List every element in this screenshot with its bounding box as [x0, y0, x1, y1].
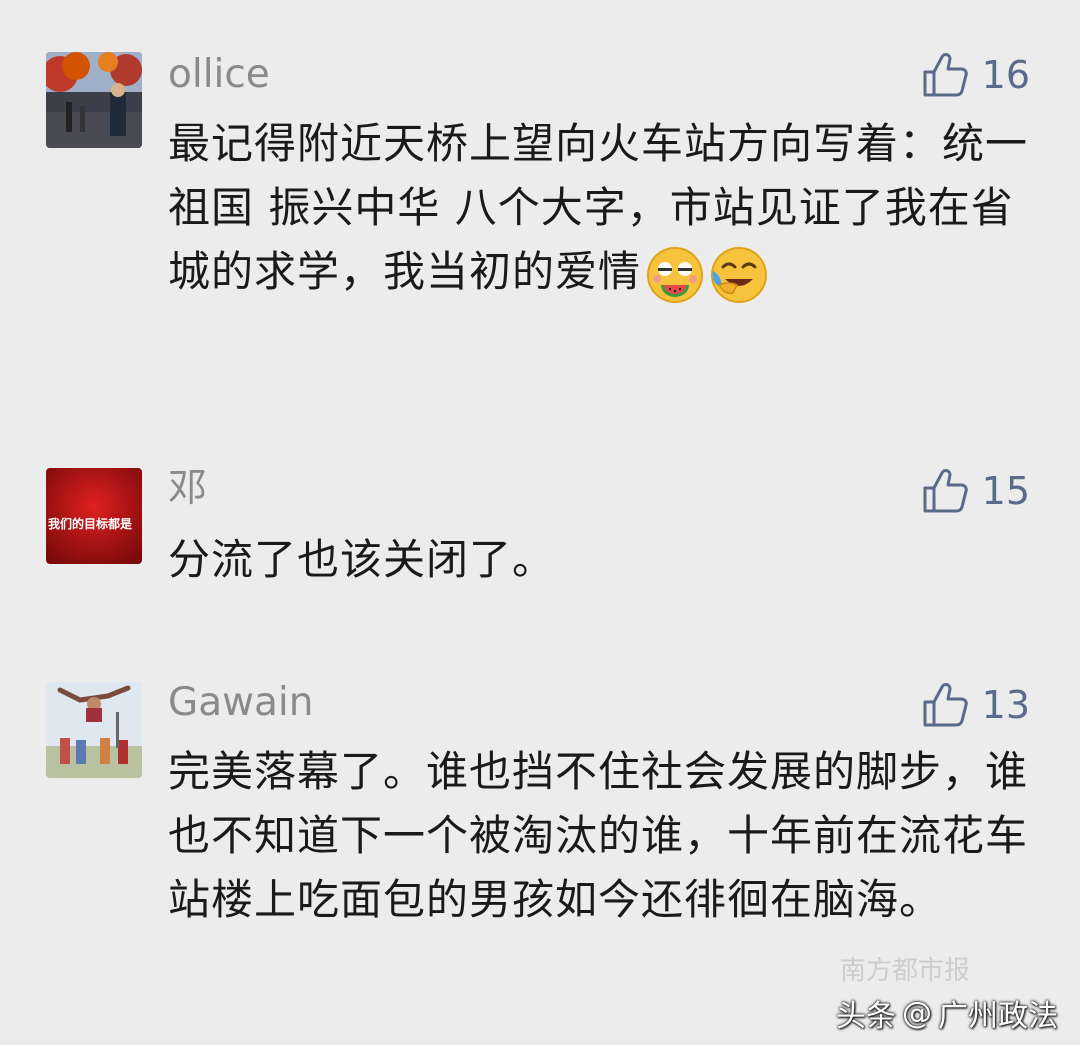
username[interactable]: Gawain [168, 680, 313, 726]
watermark: 头条 @ 广州政法 [836, 991, 1058, 1035]
like-button[interactable]: 15 [922, 466, 1030, 516]
comment-text: 最记得附近天桥上望向火车站方向写着：统一祖国 振兴中华 八个大字，市站见证了我在… [168, 112, 1028, 305]
avatar[interactable] [46, 52, 142, 148]
thumbs-up-icon [922, 468, 970, 514]
watermelon-face-emoji [645, 245, 705, 305]
like-count: 16 [981, 53, 1030, 97]
comment-text: 分流了也该关闭了。 [168, 535, 556, 584]
like-button[interactable]: 16 [922, 50, 1030, 100]
username[interactable]: 邓 [168, 466, 207, 512]
thumbs-up-icon [922, 52, 970, 98]
avatar-caption: 我们的目标都是 [48, 516, 133, 531]
like-count: 13 [981, 683, 1030, 727]
thumbs-up-icon [922, 682, 970, 728]
avatar[interactable] [46, 682, 142, 778]
watermark-account: 广州政法 [938, 999, 1058, 1034]
faded-source-watermark: 南方都市报 [840, 950, 970, 987]
like-count: 15 [981, 469, 1030, 513]
watermark-prefix: 头条 [836, 999, 896, 1034]
username[interactable]: ollice [168, 52, 270, 98]
comment-text-content: 最记得附近天桥上望向火车站方向写着：统一祖国 振兴中华 八个大字，市站见证了我在… [168, 119, 1029, 296]
avatar[interactable]: 我们的目标都是 [46, 468, 142, 564]
comment-text: 完美落幕了。谁也挡不住社会发展的脚步，谁也不知道下一个被淘汰的谁，十年前在流花车… [168, 747, 1029, 924]
like-button[interactable]: 13 [922, 680, 1030, 730]
watermark-at: @ [902, 995, 932, 1031]
laughing-tears-emoji [709, 245, 769, 305]
faded-source-text: 南方都市报 [839, 956, 970, 986]
